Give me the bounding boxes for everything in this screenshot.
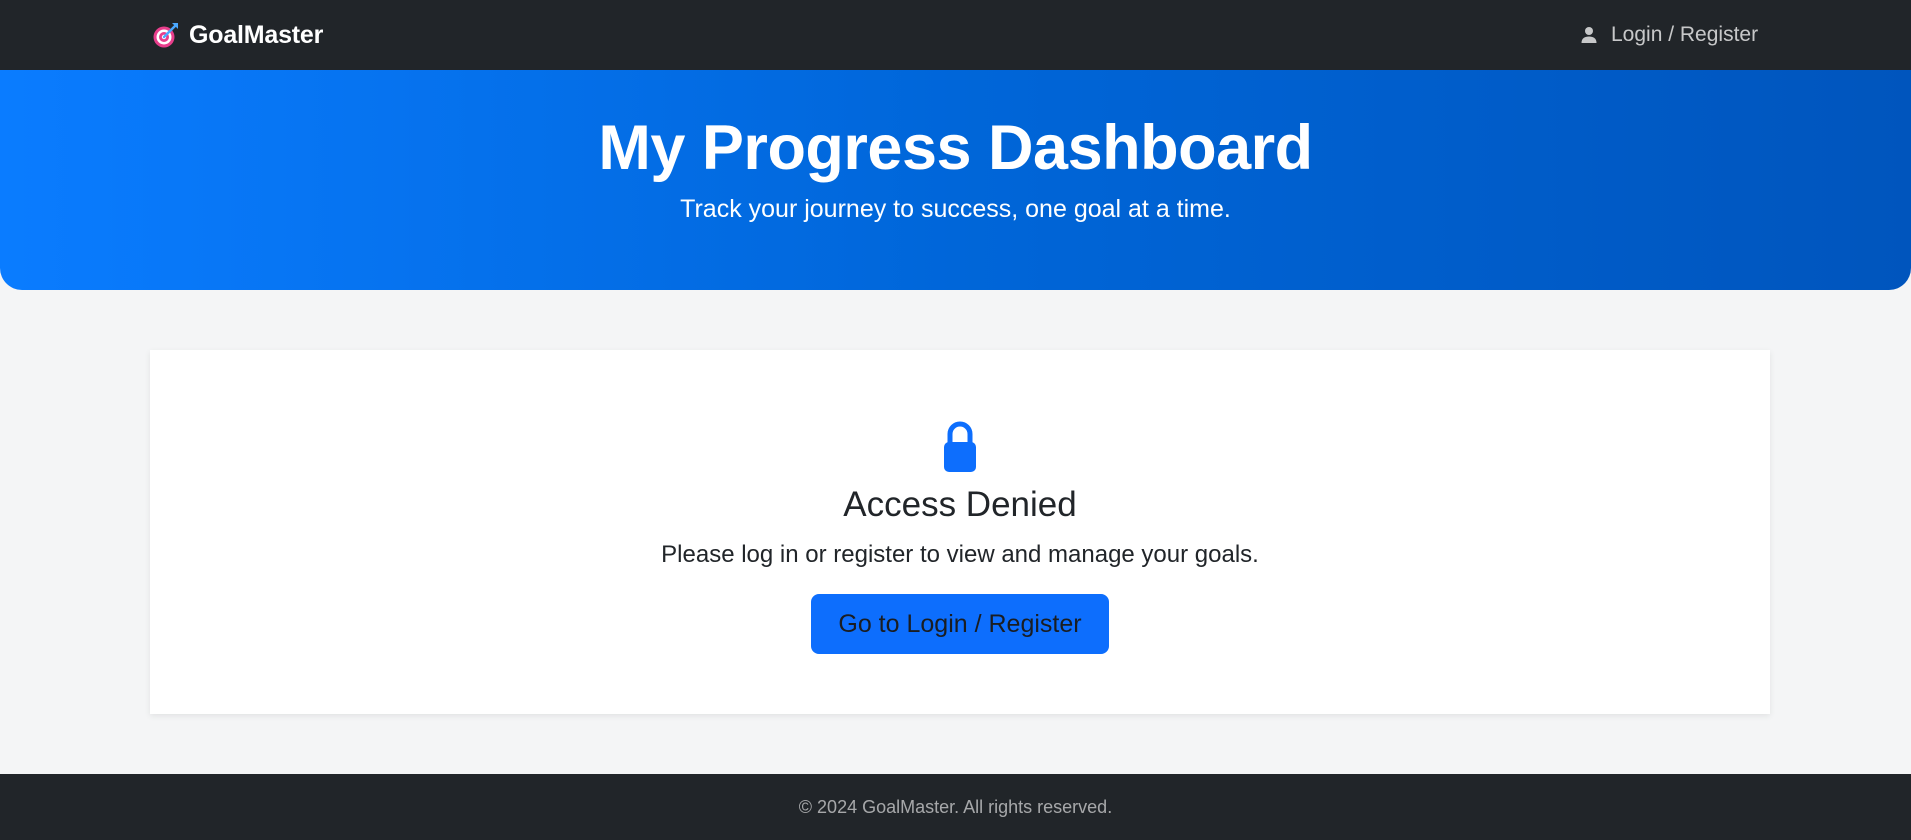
page-title: My Progress Dashboard [598, 113, 1313, 183]
go-to-login-button[interactable]: Go to Login / Register [811, 594, 1109, 654]
page-footer: © 2024 GoalMaster. All rights reserved. [0, 774, 1911, 840]
access-denied-title: Access Denied [843, 485, 1077, 524]
access-denied-message: Please log in or register to view and ma… [661, 541, 1259, 568]
nav-login-register-link[interactable]: Login / Register [1580, 19, 1758, 51]
brand-name: GoalMaster [189, 20, 324, 49]
hero-banner: My Progress Dashboard Track your journey… [0, 70, 1911, 290]
target-arrow-icon [153, 23, 178, 48]
nav-login-label: Login / Register [1611, 23, 1759, 46]
user-icon [1581, 27, 1597, 43]
page-subtitle: Track your journey to success, one goal … [680, 195, 1231, 223]
top-navbar: GoalMaster Login / Register [0, 0, 1911, 70]
brand-link[interactable]: GoalMaster [152, 19, 323, 51]
footer-copyright: © 2024 GoalMaster. All rights reserved. [798, 797, 1113, 817]
access-denied-card: Access Denied Please log in or register … [150, 350, 1770, 714]
lock-icon [944, 421, 976, 472]
